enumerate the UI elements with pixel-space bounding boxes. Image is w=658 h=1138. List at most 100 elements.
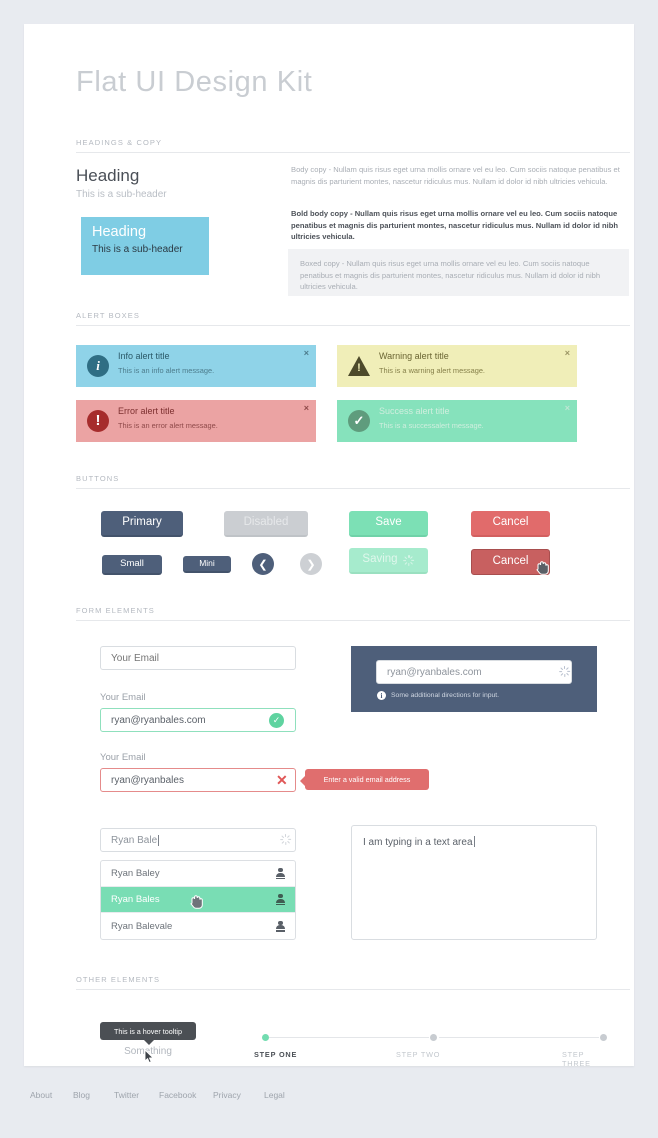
hover-tooltip: This is a hover tooltip (100, 1022, 196, 1045)
page-root: Flat UI Design Kit HEADINGS & COPY Headi… (0, 0, 658, 1138)
disabled-button[interactable]: Disabled (224, 511, 308, 537)
footer-link-blog[interactable]: Blog (73, 1090, 90, 1100)
loading-spinner-icon (280, 834, 292, 845)
saving-button-label: Saving (362, 553, 398, 566)
alert-info: i Info alert title This is an info alert… (76, 345, 316, 387)
step-label-three[interactable]: STEP THREE (562, 1050, 608, 1068)
alert-title: Info alert title (118, 351, 170, 361)
dark-panel-hint: i Some additional directions for input. (377, 691, 499, 700)
step-connector (269, 1037, 429, 1038)
section-label-other: OTHER ELEMENTS (76, 975, 161, 984)
check-circle-icon: ✓ (348, 410, 370, 432)
mini-button[interactable]: Mini (183, 556, 231, 573)
valid-email-input[interactable]: ryan@ryanbales.com (100, 708, 296, 732)
colored-heading-box: Heading This is a sub-header (81, 217, 209, 275)
textarea-value: I am typing in a text area (363, 837, 473, 848)
section-divider-other (76, 989, 630, 990)
invalid-email-input[interactable]: ryan@ryanbales (100, 768, 296, 792)
next-arrow-icon[interactable]: ❯ (300, 553, 322, 575)
person-icon (276, 920, 285, 932)
boxed-copy: Boxed copy - Nullam quis risus eget urna… (300, 259, 601, 292)
cancel-button[interactable]: Cancel (471, 511, 550, 537)
email-placeholder-input[interactable] (100, 646, 296, 670)
section-divider-form (76, 620, 630, 621)
autocomplete-option-label: Ryan Baley (111, 868, 160, 879)
boxed-copy-container: Boxed copy - Nullam quis risus eget urna… (288, 249, 629, 296)
alert-success: ✓ Success alert title This is a successa… (337, 400, 577, 442)
cancel-button-hover[interactable]: Cancel (471, 549, 550, 575)
section-divider-headings (76, 152, 630, 153)
saving-button[interactable]: Saving (349, 548, 428, 574)
person-icon (276, 868, 285, 879)
dark-panel-value: ryan@ryanbales.com (387, 666, 482, 678)
person-icon (276, 894, 285, 905)
sample-textarea[interactable]: I am typing in a text area (351, 825, 597, 940)
step-label-two[interactable]: STEP TWO (396, 1050, 440, 1059)
error-icon: ! (87, 410, 109, 432)
text-caret (473, 836, 475, 847)
tooltip-target-label[interactable]: Something (100, 1046, 196, 1057)
footer-link-about[interactable]: About (30, 1090, 52, 1100)
info-icon: i (87, 355, 109, 377)
previous-arrow-icon[interactable]: ❮ (252, 553, 274, 575)
section-label-form: FORM ELEMENTS (76, 606, 155, 615)
autocomplete-option-label: Ryan Bales (111, 894, 160, 905)
section-label-buttons: BUTTONS (76, 474, 120, 483)
dark-input-panel: ryan@ryanbales.com i Some additional dir… (351, 646, 597, 712)
step-progress: STEP ONE STEP TWO STEP THREE (254, 1032, 608, 1068)
invalid-email-label: Your Email (100, 752, 146, 763)
close-icon[interactable]: × (565, 403, 570, 413)
info-icon: i (377, 691, 386, 700)
colored-box-subheader: This is a sub-header (92, 244, 183, 255)
body-copy: Body copy - Nullam quis risus eget urna … (291, 165, 620, 186)
list-item[interactable]: Ryan Baley (101, 861, 295, 887)
small-button[interactable]: Small (102, 555, 162, 575)
section-label-alerts: ALERT BOXES (76, 311, 140, 320)
footer-link-facebook[interactable]: Facebook (159, 1090, 196, 1100)
close-icon[interactable]: × (304, 348, 309, 358)
close-icon[interactable]: × (565, 348, 570, 358)
autocomplete-dropdown: Ryan Baley Ryan Bales Ryan Balevale (100, 860, 296, 940)
close-icon[interactable]: × (304, 403, 309, 413)
valid-check-icon: ✓ (269, 713, 284, 728)
step-dot-three[interactable] (600, 1034, 607, 1041)
bold-body-copy: Bold body copy - Nullam quis risus eget … (291, 209, 618, 242)
save-button[interactable]: Save (349, 511, 428, 537)
page-title: Flat UI Design Kit (76, 66, 313, 98)
alert-error: ! Error alert title This is an error ale… (76, 400, 316, 442)
footer-link-legal[interactable]: Legal (264, 1090, 285, 1100)
step-connector (439, 1037, 599, 1038)
list-item[interactable]: Ryan Balevale (101, 913, 295, 939)
text-caret (158, 834, 160, 846)
invalid-email-value: ryan@ryanbales (111, 774, 184, 786)
invalid-x-icon: ✕ (276, 772, 288, 788)
alert-title: Error alert title (118, 406, 175, 416)
step-dot-two[interactable] (430, 1034, 437, 1041)
alert-message: This is a warning alert message. (379, 366, 485, 375)
alert-message: This is an info alert message. (118, 366, 215, 375)
footer-link-twitter[interactable]: Twitter (114, 1090, 139, 1100)
section-label-headings: HEADINGS & COPY (76, 138, 163, 147)
loading-spinner-icon (403, 554, 415, 566)
validation-error-tooltip: Enter a valid email address (300, 769, 429, 790)
alert-message: This is a successalert message. (379, 421, 484, 430)
primary-button[interactable]: Primary (101, 511, 183, 537)
loading-spinner-icon (559, 666, 571, 677)
alert-warning: ! Warning alert title This is a warning … (337, 345, 577, 387)
subheader-sample: This is a sub-header (76, 189, 167, 200)
colored-box-heading: Heading (92, 224, 147, 240)
section-divider-alerts (76, 325, 630, 326)
section-divider-buttons (76, 488, 630, 489)
dark-panel-hint-text: Some additional directions for input. (391, 692, 500, 699)
autocomplete-input[interactable]: Ryan Bale (100, 828, 296, 852)
dark-panel-input[interactable]: ryan@ryanbales.com (376, 660, 572, 684)
alert-title: Success alert title (379, 406, 450, 416)
step-label-one[interactable]: STEP ONE (254, 1050, 297, 1059)
footer-link-privacy[interactable]: Privacy (213, 1090, 241, 1100)
design-kit-card: Flat UI Design Kit HEADINGS & COPY Headi… (24, 24, 634, 1068)
list-item[interactable]: Ryan Bales (101, 887, 295, 913)
step-dot-one[interactable] (262, 1034, 269, 1041)
valid-email-label: Your Email (100, 692, 146, 703)
heading-sample: Heading (76, 166, 140, 185)
alert-title: Warning alert title (379, 351, 449, 361)
